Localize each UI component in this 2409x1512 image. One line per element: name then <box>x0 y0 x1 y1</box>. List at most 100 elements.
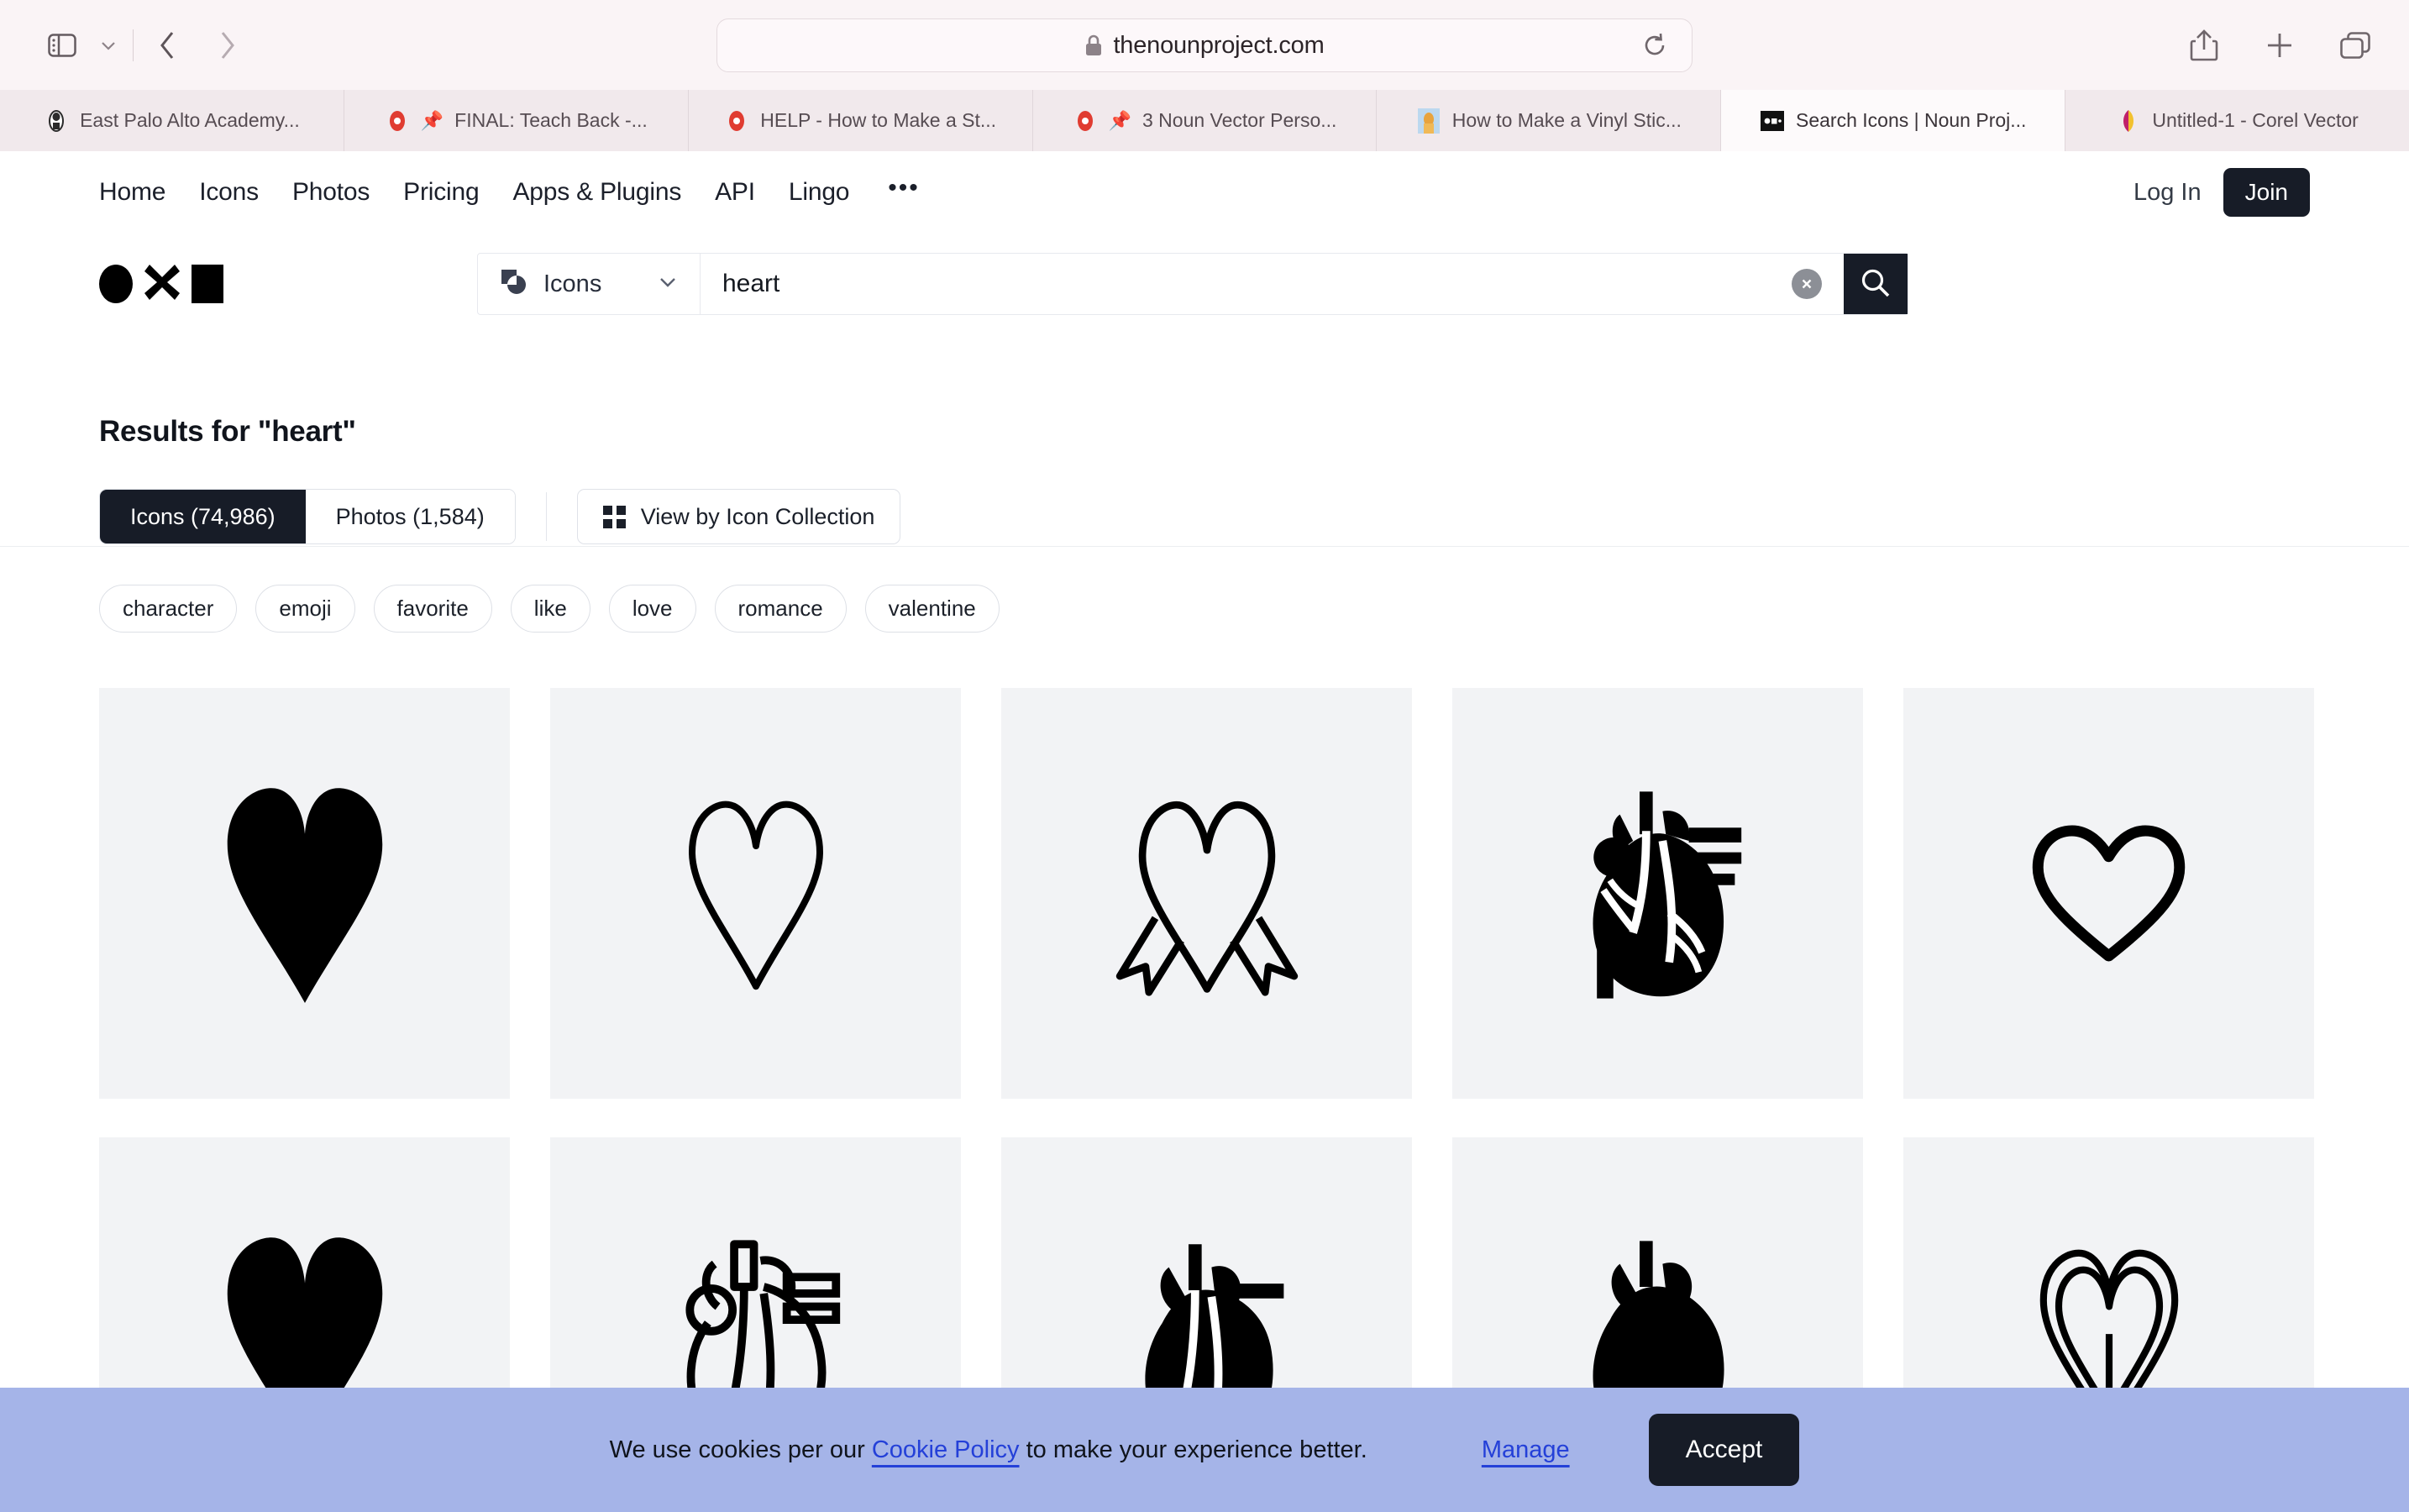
clear-x-icon[interactable] <box>1792 269 1822 299</box>
nav-item-pricing[interactable]: Pricing <box>403 178 480 207</box>
tab-icons[interactable]: Icons (74,986) <box>100 490 306 543</box>
login-link[interactable]: Log In <box>2133 179 2202 207</box>
browser-tab[interactable]: How to Make a Vinyl Stic... <box>1377 90 1722 151</box>
toolbar-right-group <box>2181 22 2379 69</box>
url-text: thenounproject.com <box>1113 31 1325 59</box>
pin-icon: 📌 <box>1108 109 1131 131</box>
toolbar-left-group <box>35 20 256 71</box>
browser-tab[interactable]: 📌 3 Noun Vector Perso... <box>1032 90 1378 151</box>
nav-item-api[interactable]: API <box>715 178 755 207</box>
browser-tab-active[interactable]: Search Icons | Noun Proj... <box>1721 90 2066 151</box>
page-content: Home Icons Photos Pricing Apps & Plugins… <box>0 151 2409 1512</box>
tag-romance[interactable]: romance <box>714 585 847 633</box>
tag-love[interactable]: love <box>608 585 696 633</box>
canvas-icon <box>1073 108 1098 134</box>
site-navigation: Home Icons Photos Pricing Apps & Plugins… <box>0 151 2409 234</box>
outline-elongated-heart-icon <box>676 793 836 995</box>
chevron-down-icon <box>658 276 678 293</box>
search-bar: Icons <box>477 253 1908 315</box>
outline-rounded-heart-icon <box>2027 820 2191 967</box>
search-type-label: Icons <box>543 270 602 297</box>
sidebar-toggle-icon[interactable] <box>35 22 89 69</box>
corel-vector-icon <box>2116 108 2141 134</box>
anatomical-heart-solid-icon <box>1567 782 1748 1005</box>
tag-like[interactable]: like <box>510 585 590 633</box>
browser-tab[interactable]: East Palo Alto Academy... <box>0 90 344 151</box>
results-section: Results for "heart" Icons (74,986) Photo… <box>0 415 2409 1512</box>
pin-icon: 📌 <box>420 109 444 131</box>
plus-icon[interactable] <box>2256 22 2303 69</box>
icon-result-tile[interactable] <box>1452 688 1863 1099</box>
icon-result-tile[interactable] <box>99 688 510 1099</box>
join-button[interactable]: Join <box>2223 168 2310 217</box>
tab-title: East Palo Alto Academy... <box>80 109 300 131</box>
icon-result-tile[interactable] <box>1001 688 1412 1099</box>
accept-cookies-button[interactable]: Accept <box>1648 1414 1800 1486</box>
cookie-text-before: We use cookies per our <box>609 1436 872 1463</box>
tag-emoji[interactable]: emoji <box>255 585 355 633</box>
page-title: Results for "heart" <box>99 415 356 448</box>
header-divider <box>0 546 2409 547</box>
solid-elongated-heart-icon <box>217 785 393 1003</box>
reload-icon[interactable] <box>1636 27 1673 64</box>
browser-chrome: thenounproject.com East Palo Alto Academ… <box>0 0 2409 151</box>
nav-item-lingo[interactable]: Lingo <box>789 178 850 207</box>
tab-photos[interactable]: Photos (1,584) <box>305 490 515 543</box>
noun-project-logo[interactable] <box>99 263 223 306</box>
browser-tab[interactable]: HELP - How to Make a St... <box>688 90 1033 151</box>
cookie-consent-banner: We use cookies per our Cookie Policy to … <box>0 1388 2409 1512</box>
nav-more-icon[interactable]: ••• <box>888 176 920 209</box>
tab-title: How to Make a Vinyl Stic... <box>1451 109 1682 131</box>
logo-circle-icon <box>99 265 133 303</box>
share-icon[interactable] <box>2181 22 2228 69</box>
tag-valentine[interactable]: valentine <box>864 585 1000 633</box>
back-arrow-icon[interactable] <box>139 20 197 71</box>
search-row: Icons <box>0 234 2409 334</box>
tab-title: FINAL: Teach Back -... <box>454 109 648 131</box>
manage-cookies-link[interactable]: Manage <box>1482 1436 1570 1464</box>
nav-right-group: Log In Join <box>2133 168 2310 217</box>
tab-title: 3 Noun Vector Perso... <box>1142 109 1337 131</box>
nav-item-photos[interactable]: Photos <box>292 178 370 207</box>
heart-with-ribbon-tails-icon <box>1106 789 1308 999</box>
tab-strip: East Palo Alto Academy... 📌 FINAL: Teach… <box>0 90 2409 151</box>
icon-result-tile[interactable] <box>1903 688 2314 1099</box>
nav-item-home[interactable]: Home <box>99 178 165 207</box>
cookie-text-after: to make your experience better. <box>1019 1436 1367 1463</box>
tab-title: HELP - How to Make a St... <box>760 109 997 131</box>
collection-button-label: View by Icon Collection <box>640 503 875 529</box>
search-submit-button[interactable] <box>1844 254 1908 314</box>
forward-arrow-icon[interactable] <box>197 20 256 71</box>
cookie-policy-link[interactable]: Cookie Policy <box>872 1436 1020 1463</box>
view-by-icon-collection-button[interactable]: View by Icon Collection <box>576 489 901 544</box>
canvas-icon <box>724 108 749 134</box>
canvas-icon <box>385 108 410 134</box>
nav-links: Home Icons Photos Pricing Apps & Plugins… <box>99 176 920 209</box>
tab-title: Untitled-1 - Corel Vector <box>2152 109 2359 131</box>
result-type-segmented-control: Icons (74,986) Photos (1,584) <box>99 489 516 544</box>
nav-item-icons[interactable]: Icons <box>199 178 259 207</box>
icon-result-tile[interactable] <box>550 688 961 1099</box>
logo-square-icon <box>192 265 223 303</box>
tag-character[interactable]: character <box>99 585 238 633</box>
toolbar-divider <box>133 29 134 61</box>
search-type-selector[interactable]: Icons <box>478 254 701 314</box>
noun-project-icon <box>1760 108 1785 134</box>
grid-icon <box>602 505 626 528</box>
cookie-banner-text: We use cookies per our Cookie Policy to … <box>610 1436 1367 1464</box>
search-icon <box>1859 266 1892 302</box>
filter-row: Icons (74,986) Photos (1,584) View by Ic… <box>99 489 2310 544</box>
browser-tab[interactable]: Untitled-1 - Corel Vector <box>2065 90 2409 151</box>
tabs-overview-icon[interactable] <box>2332 22 2379 69</box>
shapes-icon <box>500 268 530 301</box>
tag-favorite[interactable]: favorite <box>373 585 492 633</box>
tag-filter-row: character emoji favorite like love roman… <box>99 585 2310 633</box>
sidebar-dropdown-chevron-icon[interactable] <box>89 22 128 69</box>
browser-tab[interactable]: 📌 FINAL: Teach Back -... <box>344 90 689 151</box>
nav-item-apps-plugins[interactable]: Apps & Plugins <box>512 178 681 207</box>
address-bar[interactable]: thenounproject.com <box>716 18 1693 72</box>
search-input[interactable] <box>722 270 1783 298</box>
browser-toolbar: thenounproject.com <box>0 0 2409 90</box>
search-input-wrap <box>701 254 1844 314</box>
filter-divider <box>545 492 547 541</box>
